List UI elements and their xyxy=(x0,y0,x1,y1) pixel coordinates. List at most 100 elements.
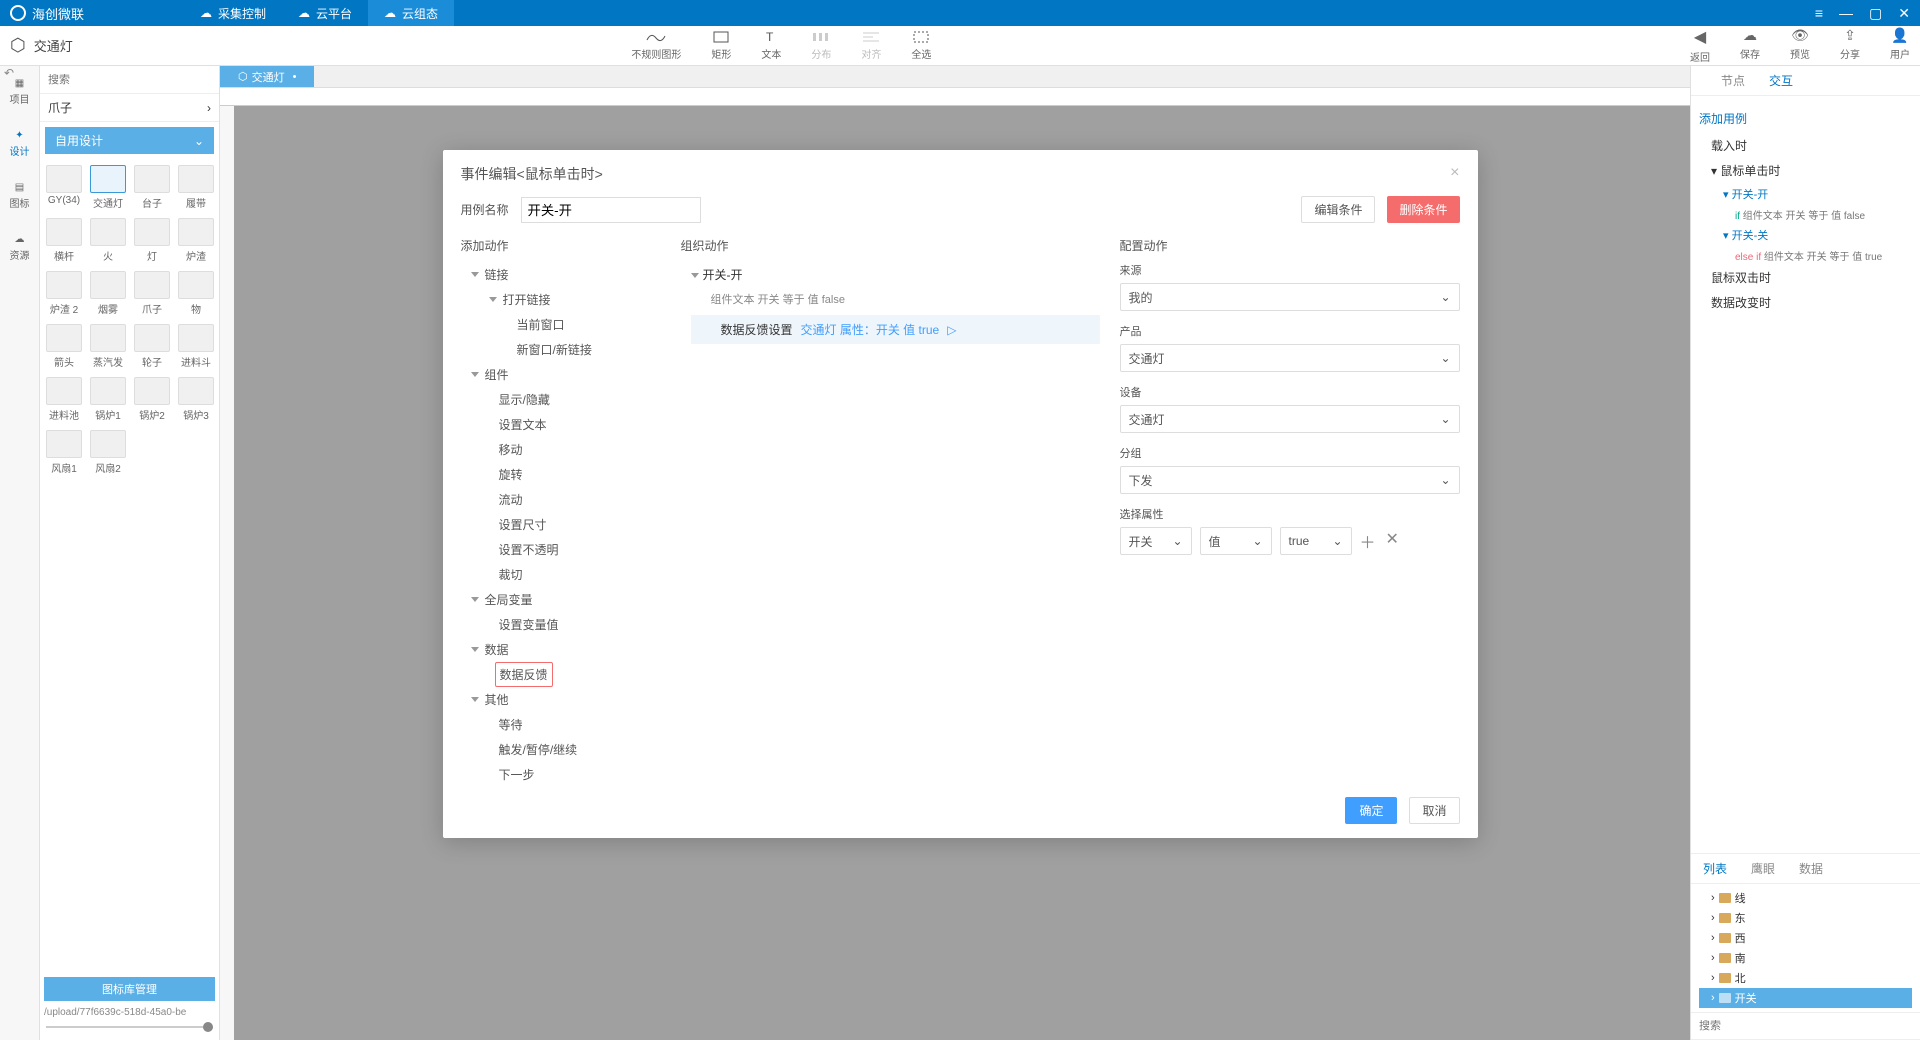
tree-set-opacity[interactable]: 设置不透明 xyxy=(471,537,661,562)
btab-data[interactable]: 数据 xyxy=(1787,854,1835,883)
component-item[interactable]: GY(34) xyxy=(44,163,84,212)
event-dblclick[interactable]: 鼠标双击时 xyxy=(1699,265,1912,290)
case-open[interactable]: ▾ 开关-开 xyxy=(1699,183,1912,205)
bool-select[interactable]: true⌄ xyxy=(1280,527,1352,555)
component-item[interactable]: 锅炉2 xyxy=(132,375,172,424)
minimize-icon[interactable]: — xyxy=(1839,5,1853,22)
component-item[interactable]: 锅炉3 xyxy=(176,375,216,424)
titlebar-tab-scada[interactable]: ☁云组态 xyxy=(368,0,454,26)
attr-select[interactable]: 开关⌄ xyxy=(1120,527,1192,555)
tool-share[interactable]: ⇪分享 xyxy=(1840,27,1860,64)
layer-row[interactable]: ›开关 xyxy=(1699,988,1912,1008)
ok-button[interactable]: 确定 xyxy=(1345,797,1397,824)
layer-row[interactable]: ›东 xyxy=(1699,908,1912,928)
tool-text[interactable]: T文本 xyxy=(761,30,781,61)
rail-resources[interactable]: ☁资源 xyxy=(0,222,39,274)
tool-back[interactable]: ◀返回 xyxy=(1690,27,1710,64)
rail-design[interactable]: ✦设计 xyxy=(0,118,39,170)
tab-interaction[interactable]: 交互 xyxy=(1757,66,1805,95)
tree-open-link[interactable]: 打开链接 xyxy=(471,287,661,312)
tool-align[interactable]: 对齐 xyxy=(861,30,881,61)
titlebar-tab-cloud[interactable]: ☁云平台 xyxy=(282,0,368,26)
cancel-button[interactable]: 取消 xyxy=(1409,797,1459,824)
component-item[interactable]: 蒸汽发 xyxy=(88,322,128,371)
menu-icon[interactable]: ≡ xyxy=(1815,5,1823,22)
layer-search-input[interactable] xyxy=(1699,1020,1912,1032)
tree-global-var[interactable]: 全局变量 xyxy=(471,587,661,612)
layer-row[interactable]: ›西 xyxy=(1699,928,1912,948)
org-action-row[interactable]: 数据反馈设置 交通灯 属性：开关 值 true ▷ xyxy=(691,315,1100,344)
org-case-name[interactable]: 开关-开 xyxy=(691,262,1100,287)
component-item[interactable]: 炉渣 xyxy=(176,216,216,265)
component-item[interactable]: 爪子 xyxy=(132,269,172,318)
tree-data[interactable]: 数据 xyxy=(471,637,661,662)
tree-show-hide[interactable]: 显示/隐藏 xyxy=(471,387,661,412)
value-select[interactable]: 值⌄ xyxy=(1200,527,1272,555)
event-load[interactable]: 载入时 xyxy=(1699,133,1912,158)
tree-set-size[interactable]: 设置尺寸 xyxy=(471,512,661,537)
tool-save[interactable]: ☁保存 xyxy=(1740,27,1760,64)
component-item[interactable]: 进料池 xyxy=(44,375,84,424)
component-item[interactable]: 进料斗 xyxy=(176,322,216,371)
tool-irregular[interactable]: 不规则图形 xyxy=(631,30,681,61)
component-item[interactable]: 横杆 xyxy=(44,216,84,265)
tree-set-var[interactable]: 设置变量值 xyxy=(471,612,661,637)
layer-row[interactable]: ›北 xyxy=(1699,968,1912,988)
component-item[interactable]: 火 xyxy=(88,216,128,265)
tree-flow[interactable]: 流动 xyxy=(471,487,661,512)
device-select[interactable]: 交通灯⌄ xyxy=(1120,405,1460,433)
component-item[interactable]: 轮子 xyxy=(132,322,172,371)
tree-rotate[interactable]: 旋转 xyxy=(471,462,661,487)
tree-next[interactable]: 下一步 xyxy=(471,762,661,787)
component-item[interactable]: 风扇1 xyxy=(44,428,84,477)
btab-list[interactable]: 列表 xyxy=(1691,854,1739,883)
case-close[interactable]: ▾ 开关-关 xyxy=(1699,224,1912,246)
close-icon[interactable]: ✕ xyxy=(1898,5,1910,22)
tree-link[interactable]: 链接 xyxy=(471,262,661,287)
component-item[interactable]: 灯 xyxy=(132,216,172,265)
tool-select-all[interactable]: 全选 xyxy=(911,30,931,61)
component-item[interactable]: 风扇2 xyxy=(88,428,128,477)
tool-distribute[interactable]: 分布 xyxy=(811,30,831,61)
btab-eagle[interactable]: 鹰眼 xyxy=(1739,854,1787,883)
delete-condition-button[interactable]: 删除条件 xyxy=(1387,196,1459,223)
modal-close-button[interactable]: × xyxy=(1450,164,1459,182)
add-case-link[interactable]: 添加用例 xyxy=(1699,104,1912,133)
tool-preview[interactable]: 👁预览 xyxy=(1790,27,1810,64)
play-icon[interactable]: ▷ xyxy=(947,323,956,337)
tree-trigger[interactable]: 触发/暂停/继续 xyxy=(471,737,661,762)
component-item[interactable]: 炉渣 2 xyxy=(44,269,84,318)
tree-wait[interactable]: 等待 xyxy=(471,712,661,737)
tool-user[interactable]: 👤用户 xyxy=(1890,27,1910,64)
component-item[interactable]: 物 xyxy=(176,269,216,318)
component-item[interactable]: 箭头 xyxy=(44,322,84,371)
tree-cur-win[interactable]: 当前窗口 xyxy=(471,312,661,337)
tree-data-feedback[interactable]: 数据反馈 xyxy=(495,662,553,687)
tree-move[interactable]: 移动 xyxy=(471,437,661,462)
component-item[interactable]: 锅炉1 xyxy=(88,375,128,424)
search-input[interactable] xyxy=(48,74,211,86)
tab-node[interactable]: 节点 xyxy=(1709,66,1757,95)
titlebar-tab-collect[interactable]: ☁采集控制 xyxy=(184,0,282,26)
layer-row[interactable]: ›南 xyxy=(1699,948,1912,968)
product-select[interactable]: 交通灯⌄ xyxy=(1120,344,1460,372)
canvas-tab[interactable]: ⬡交通灯• xyxy=(220,66,314,87)
remove-attr-button[interactable]: ✕ xyxy=(1386,529,1399,553)
component-item[interactable]: 台子 xyxy=(132,163,172,212)
case-name-input[interactable] xyxy=(521,197,701,223)
iconlib-manage-button[interactable]: 图标库管理 xyxy=(44,977,215,1001)
edit-condition-button[interactable]: 编辑条件 xyxy=(1301,196,1375,223)
zoom-slider[interactable] xyxy=(40,1026,219,1040)
layer-row[interactable]: ›线 xyxy=(1699,888,1912,908)
source-select[interactable]: 我的⌄ xyxy=(1120,283,1460,311)
tree-component[interactable]: 组件 xyxy=(471,362,661,387)
event-click[interactable]: ▾ 鼠标单击时 xyxy=(1699,158,1912,183)
component-item[interactable]: 履带 xyxy=(176,163,216,212)
component-item[interactable]: 交通灯 xyxy=(88,163,128,212)
maximize-icon[interactable]: ▢ xyxy=(1869,5,1882,22)
component-item[interactable]: 烟雾 xyxy=(88,269,128,318)
tree-other[interactable]: 其他 xyxy=(471,687,661,712)
tree-new-win[interactable]: 新窗口/新链接 xyxy=(471,337,661,362)
tree-crop[interactable]: 裁切 xyxy=(471,562,661,587)
group-select[interactable]: 下发⌄ xyxy=(1120,466,1460,494)
